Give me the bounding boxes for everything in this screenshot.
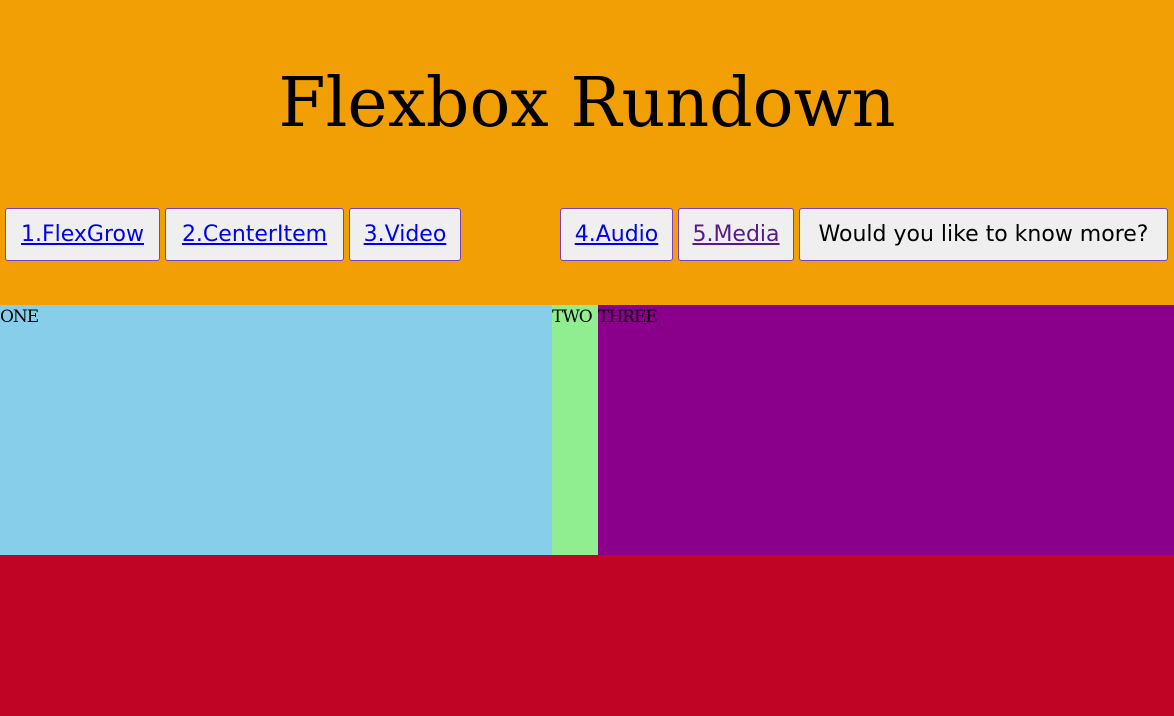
flex-box-one: ONE: [0, 305, 552, 555]
flex-box-two: TWO: [552, 305, 598, 555]
nav-button-audio[interactable]: 4.Audio: [560, 208, 673, 261]
know-more-button[interactable]: Would you like to know more?: [799, 208, 1168, 261]
nav-link-audio[interactable]: 4.Audio: [575, 222, 659, 247]
box-three-label: THREE: [598, 307, 658, 327]
know-more-label: Would you like to know more?: [818, 222, 1149, 247]
box-one-label: ONE: [0, 307, 39, 327]
nav-button-video[interactable]: 3.Video: [349, 208, 461, 261]
footer-area: [0, 555, 1174, 716]
nav-button-flexgrow[interactable]: 1.FlexGrow: [5, 208, 160, 261]
nav-button-media[interactable]: 5.Media: [678, 208, 794, 261]
nav-link-video[interactable]: 3.Video: [364, 222, 447, 247]
nav-link-media[interactable]: 5.Media: [692, 222, 779, 247]
nav-link-centeritem[interactable]: 2.CenterItem: [182, 222, 327, 247]
nav-link-flexgrow[interactable]: 1.FlexGrow: [21, 222, 144, 247]
page-title: Flexbox Rundown: [278, 64, 896, 143]
flex-box-three: THREE: [598, 305, 1174, 555]
box-two-label: TWO: [552, 307, 593, 327]
nav-button-centeritem[interactable]: 2.CenterItem: [165, 208, 344, 261]
page-header: Flexbox Rundown 1.FlexGrow 2.CenterItem …: [0, 0, 1174, 305]
